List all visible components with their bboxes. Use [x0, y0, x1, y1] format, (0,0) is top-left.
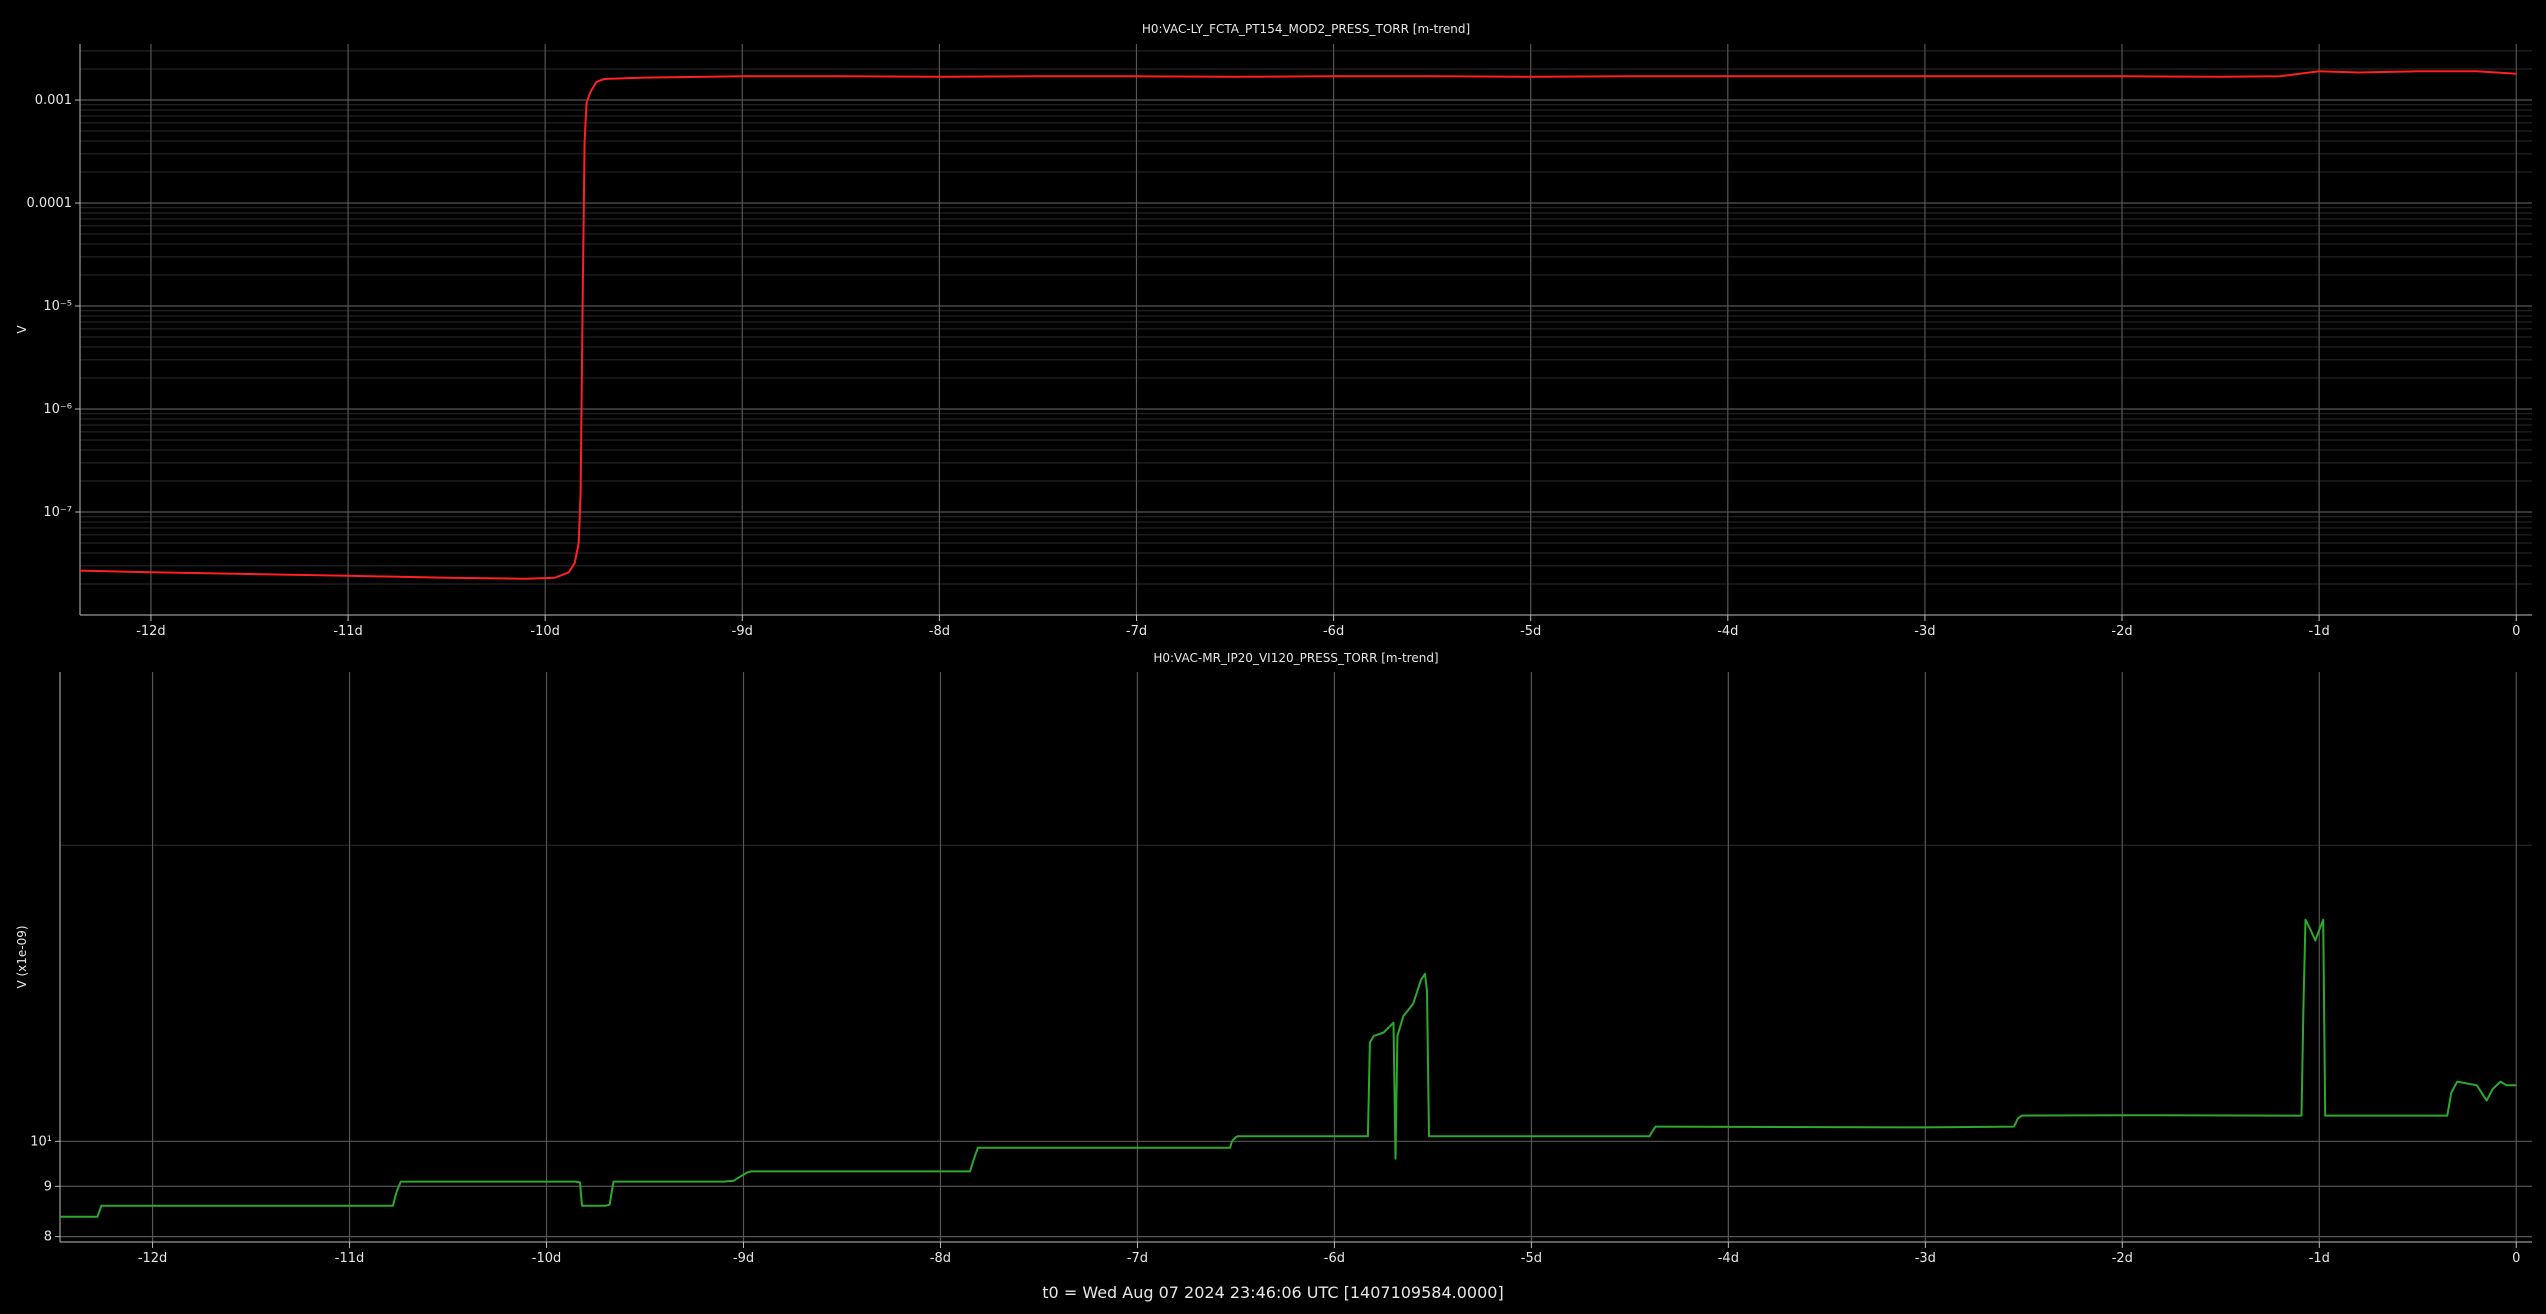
y-axis-label: V [15, 325, 29, 334]
x-tick-label: -10d [530, 624, 560, 639]
y-tick-label: 10¹ [30, 1134, 52, 1149]
trend-plots: 10⁻⁷ 10⁻⁶ 10⁻⁵ 0.0001 0.001 -12d -11d -10d -9d -8… [15, 22, 2532, 1266]
x-tick-label: 0 [2512, 624, 2520, 639]
series-line-1 [79, 70, 2517, 580]
y-axis-label: V (x1e-09) [15, 925, 29, 988]
x-tick-label: -1d [2309, 624, 2330, 639]
x-tick-label: -3d [1915, 1251, 1936, 1266]
x-tick-label: -3d [1914, 624, 1935, 639]
x-tick-label: -5d [1520, 624, 1541, 639]
x-tick-label: -7d [1126, 624, 1147, 639]
x-tick-label: -8d [930, 1251, 951, 1266]
x-tick-label: -7d [1127, 1251, 1148, 1266]
y-tick-label: 8 [44, 1230, 52, 1245]
x-tick-label: -6d [1324, 1251, 1345, 1266]
x-tick-label: -11d [333, 624, 363, 639]
y-tick-label: 0.001 [35, 93, 72, 108]
chart-panel-1: 10⁻⁷ 10⁻⁶ 10⁻⁵ 0.0001 0.001 -12d -11d -10d -9d -8… [15, 22, 2532, 639]
x-tick-label: -1d [2309, 1251, 2330, 1266]
x-tick-label: -5d [1521, 1251, 1542, 1266]
y-tick-label: 10⁻⁵ [43, 299, 72, 314]
x-tick-label: -4d [1717, 624, 1738, 639]
x-tick-label: -11d [335, 1251, 365, 1266]
chart-title: H0:VAC-LY_FCTA_PT154_MOD2_PRESS_TORR [m-… [1142, 22, 1470, 36]
x-tick-label: -2d [2112, 1251, 2133, 1266]
chart-title: H0:VAC-MR_IP20_VI120_PRESS_TORR [m-trend… [1153, 651, 1438, 665]
x-tick-label: -10d [532, 1251, 562, 1266]
x-tick-label: -2d [2111, 624, 2132, 639]
y-tick-label: 10⁻⁶ [43, 402, 72, 417]
time-origin-footer: t0 = Wed Aug 07 2024 23:46:06 UTC [14071… [1042, 1283, 1504, 1302]
x-tick-label: -4d [1718, 1251, 1739, 1266]
chart-panel-2: 8 9 10¹ -12d -11d -10d -9d -8d -7d -6d -5d -4d -3d -2… [15, 651, 2532, 1266]
x-tick-label: -12d [136, 624, 166, 639]
x-tick-label: 0 [2512, 1251, 2520, 1266]
y-tick-label: 9 [44, 1179, 52, 1194]
y-tick-label: 10⁻⁷ [43, 505, 72, 520]
x-tick-label: -6d [1323, 624, 1344, 639]
x-tick-label: -9d [733, 1251, 754, 1266]
y-tick-label: 0.0001 [27, 196, 73, 211]
x-tick-label: -12d [138, 1251, 168, 1266]
x-tick-label: -8d [929, 624, 950, 639]
series-line-1 [60, 918, 2517, 1218]
x-tick-label: -9d [732, 624, 753, 639]
